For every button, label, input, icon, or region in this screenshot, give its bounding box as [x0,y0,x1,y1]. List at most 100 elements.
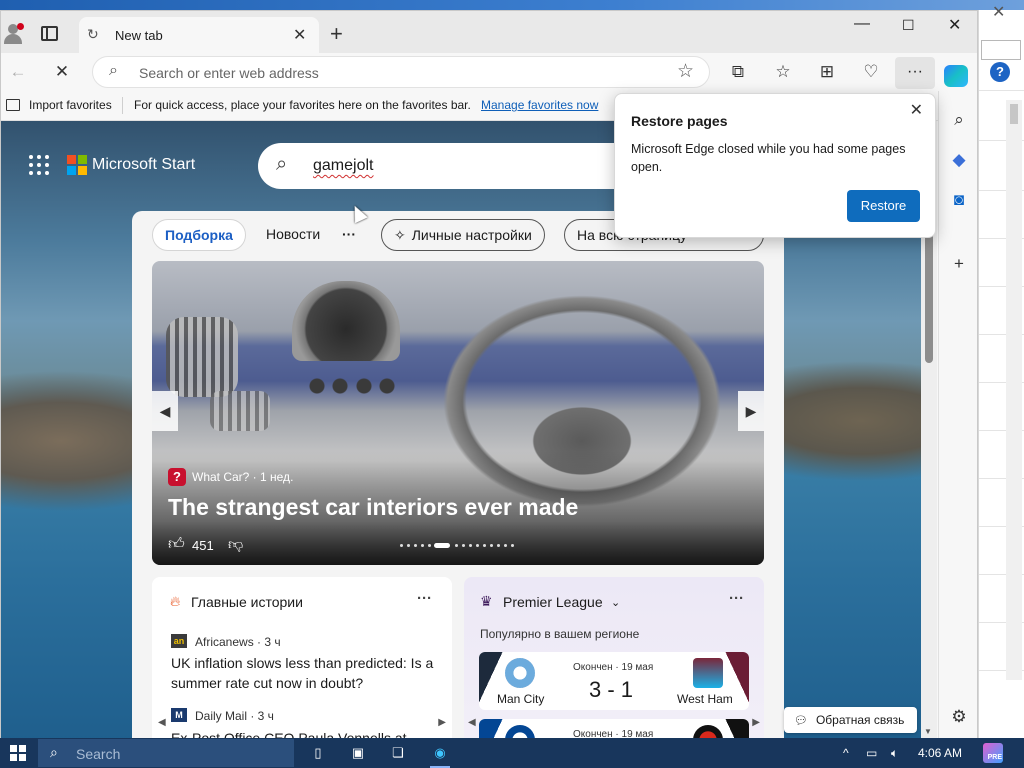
search-query[interactable]: gamejolt [313,157,373,175]
daily-mail-logo-icon: M [171,708,187,722]
west-ham-badge-icon [693,658,723,688]
import-favorites-link[interactable]: Import favorites [29,98,112,112]
popup-message: Microsoft Edge closed while you had some… [631,142,906,174]
article-source: Daily Mail · 3 ч [195,709,274,723]
panel-prev-icon[interactable]: ◀ [468,717,476,728]
league-more-icon[interactable]: ··· [729,590,744,607]
man-city-badge-icon [505,658,535,688]
hero-carousel[interactable]: ◀ ▶ ? What Car? · 1 нед. The strangest c… [152,261,764,565]
favorite-star-icon[interactable]: ☆ [677,60,694,83]
tab-new-tab[interactable]: ↻ New tab ✕ [79,17,319,53]
desktop-strip [0,0,1024,10]
settings-more-button[interactable]: ··· [895,57,935,89]
panel-prev-icon[interactable]: ◀ [158,717,166,728]
tray-chevron-icon[interactable]: ^ [843,746,849,760]
split-screen-icon[interactable]: ⧉ [727,61,749,83]
away-team: West Ham [677,692,733,706]
match-score: 3 - 1 [589,677,634,702]
back-icon[interactable]: ← [7,61,29,83]
web-search-box[interactable]: ⌕ gamejolt [258,143,638,189]
taskbar-search-placeholder: Search [76,746,121,762]
background-scrollbar[interactable] [1006,100,1022,680]
favorites-bar-tip: For quick access, place your favorites h… [134,98,471,112]
hero-image-vent [166,317,238,397]
volume-muted-icon[interactable]: 🔈︎ [891,746,898,761]
start-button-icon[interactable] [10,745,26,761]
tab-more[interactable]: ··· [330,219,368,251]
sidebar-settings-icon[interactable]: ⚙ [948,706,970,728]
search-icon: ⌕ [50,744,58,760]
top-stories-more-icon[interactable]: ··· [417,590,432,607]
article-source: Africanews · 3 ч [195,635,281,649]
panel-next-icon[interactable]: ▶ [752,717,760,728]
match-card[interactable]: Окончен · 19 мая 3 - 1 Man City West Ham [479,652,749,710]
clock[interactable]: 4:06 AM [918,746,962,760]
league-subtitle: Популярно в вашем регионе [480,627,640,641]
home-team: Man City [497,692,545,706]
tab-close-icon[interactable]: ✕ [293,25,306,45]
import-favorites-icon[interactable] [6,99,20,111]
league-title[interactable]: Premier League [503,594,603,610]
background-cell [981,40,1021,60]
new-tab-button[interactable]: + [330,21,343,47]
files-icon[interactable]: ❏ [390,744,406,762]
sidebar-copilot-icon[interactable]: ◆ [948,149,970,171]
stop-loading-icon[interactable]: ✕ [51,61,73,83]
popup-title: Restore pages [631,113,728,129]
background-help-icon[interactable]: ? [990,62,1010,82]
personalize-button[interactable]: ✧ Личные настройки [381,219,545,251]
edge-taskbar-icon[interactable]: ◉ [430,744,450,768]
personalize-label: Личные настройки [411,227,532,243]
app-icon[interactable]: ▣ [350,744,366,762]
favorites-icon[interactable]: ☆ [772,61,794,83]
hero-source: What Car? · 1 нед. [192,470,294,484]
article-title[interactable]: UK inflation slows less than predicted: … [171,653,441,693]
manage-favorites-link[interactable]: Manage favorites now [481,98,598,112]
profile-avatar-icon[interactable] [3,23,24,44]
what-car-logo-icon: ? [168,468,186,486]
feedback-button[interactable]: 💬︎ Обратная связь [784,707,917,733]
network-icon[interactable]: ▭ [866,746,877,760]
tab-news[interactable]: Новости [254,219,332,251]
match-card[interactable]: Окончен · 19 мая [479,719,749,739]
taskbar-search[interactable]: ⌕ Search [38,739,294,767]
maximize-icon[interactable]: ☐ [902,17,915,34]
sidebar-outlook-icon[interactable]: ◙ [948,189,970,211]
restore-button[interactable]: Restore [847,190,920,222]
search-icon: ⌕ [109,62,118,79]
minimize-icon[interactable]: — [854,15,870,33]
hero-image-vent [210,391,270,431]
background-close-icon[interactable]: ✕ [992,2,1005,22]
top-stories-title[interactable]: Главные истории [191,594,303,610]
popup-close-icon[interactable]: ✕ [910,100,923,120]
scroll-down-icon[interactable]: ▼ [924,727,932,736]
file-icon[interactable]: ▯ [310,744,326,762]
hero-headline[interactable]: The strangest car interiors ever made [168,494,578,521]
chevron-down-icon[interactable]: ⌄ [611,596,620,609]
address-input[interactable] [139,63,659,83]
tab-actions-icon[interactable] [41,26,58,41]
panel-next-icon[interactable]: ▶ [438,717,446,728]
carousel-prev-icon[interactable]: ◀ [152,391,178,431]
carousel-next-icon[interactable]: ▶ [738,391,764,431]
tab-featured[interactable]: Подборка [152,219,246,251]
sidebar-search-icon[interactable]: ⌕ [948,109,970,131]
microsoft-logo-icon [67,155,87,175]
sidebar-add-icon[interactable]: + [948,253,970,275]
like-icon[interactable]: 👍︎ [168,535,185,554]
divider [122,97,123,114]
app-launcher-icon[interactable] [29,155,49,175]
like-count: 451 [192,538,214,553]
dislike-icon[interactable]: 👎︎ [228,536,243,554]
window-close-icon[interactable]: ✕ [948,15,961,35]
browser-essentials-icon[interactable]: ♡ [860,61,882,83]
brand-label: Microsoft Start [92,156,196,173]
tab-title: New tab [115,28,163,43]
copilot-icon[interactable] [944,65,968,87]
address-bar[interactable]: ⌕ ☆ [92,56,710,88]
match-status: Окончен · 19 мая [573,662,654,673]
toolbar: ← ✕ ⌕ ☆ ⧉ ☆ ⊞ ♡ [1,53,977,91]
feedback-label: Обратная связь [815,713,905,727]
edge-sidebar: ⌕ ◆ ◙ + ⚙ [938,91,977,739]
collections-icon[interactable]: ⊞ [816,61,838,83]
